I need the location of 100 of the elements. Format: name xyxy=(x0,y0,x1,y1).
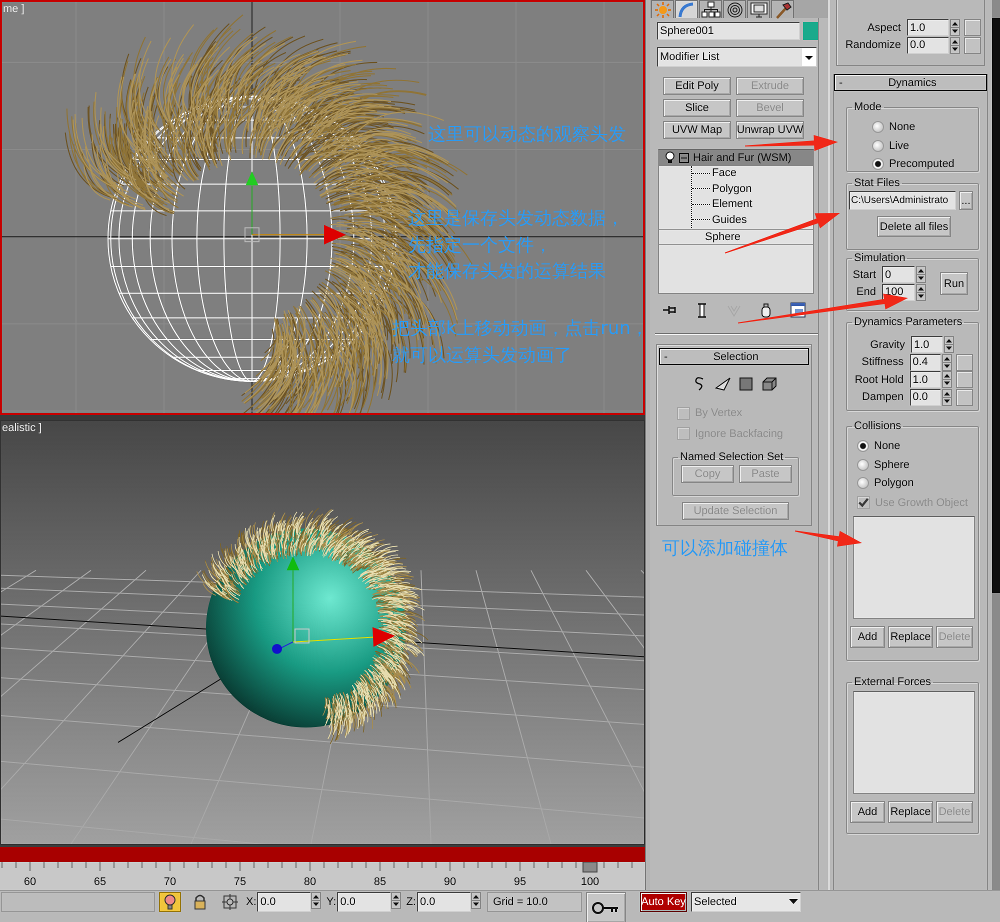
axis-label: X: xyxy=(246,895,256,910)
browse-button[interactable]: ... xyxy=(958,191,973,210)
caret-icon xyxy=(788,899,798,905)
stack-sub-item[interactable]: Guides xyxy=(712,214,747,226)
stack-sub-item[interactable]: Face xyxy=(712,167,736,180)
spinner-icon[interactable] xyxy=(950,36,960,54)
key-button[interactable] xyxy=(586,892,626,922)
button[interactable]: Replace xyxy=(888,801,933,823)
spinner-icon[interactable] xyxy=(391,892,402,909)
key-filter-dropdown[interactable]: Selected xyxy=(690,892,801,912)
spinner-icon[interactable] xyxy=(950,19,960,36)
radio-button[interactable] xyxy=(857,477,869,490)
group-title: Simulation xyxy=(853,252,906,264)
frame-number: 60 xyxy=(24,876,36,888)
frame-number: 100 xyxy=(580,876,600,888)
radio-label: None xyxy=(874,440,900,452)
frame-number: 85 xyxy=(374,876,386,888)
rollout-header[interactable]: - Dynamics xyxy=(834,74,987,91)
delete-files-button[interactable]: Delete all files xyxy=(877,216,951,237)
field-label: Dampen xyxy=(861,391,905,404)
number-field[interactable]: 0.4 xyxy=(910,354,941,371)
frame-number: 80 xyxy=(304,876,316,888)
cube-icon[interactable] xyxy=(760,375,778,393)
number-field[interactable]: 1.0 xyxy=(910,371,941,388)
crosshair-toggle[interactable] xyxy=(219,892,241,912)
number-field[interactable]: 0.0 xyxy=(907,36,949,54)
field-label: Stiffness xyxy=(860,356,905,368)
spinner-icon[interactable] xyxy=(916,266,926,284)
grid-readout: Grid = 10.0 xyxy=(486,892,582,912)
spinner-icon[interactable] xyxy=(916,284,926,301)
key-icon xyxy=(592,900,620,914)
minus-box-icon[interactable] xyxy=(679,152,689,163)
button[interactable]: Replace xyxy=(888,626,933,648)
file-path-field[interactable]: C:\Users\Administrato xyxy=(849,191,956,210)
field-label: Start xyxy=(852,268,877,281)
group-title: Named Selection Set xyxy=(679,451,784,463)
lightbulb-icon[interactable] xyxy=(665,151,675,164)
frame-number: 90 xyxy=(444,876,456,888)
spinner-icon[interactable] xyxy=(942,371,952,388)
number-field[interactable]: 1.0 xyxy=(911,336,943,354)
axis-label: Z: xyxy=(406,895,416,910)
square-icon[interactable] xyxy=(736,375,754,393)
color-swatch[interactable] xyxy=(803,22,818,40)
panel-tab[interactable] xyxy=(723,0,746,18)
stack-sub-item[interactable]: Polygon xyxy=(712,182,752,195)
modifier-button[interactable]: Unwrap UVW xyxy=(736,121,804,139)
spinner-icon[interactable] xyxy=(942,388,952,406)
field-label: Randomize xyxy=(844,39,902,52)
radio-button[interactable] xyxy=(872,121,884,134)
spinner-icon[interactable] xyxy=(470,892,481,909)
modifier-list-dropdown[interactable]: Modifier List xyxy=(657,47,817,67)
coordinate-field[interactable]: 0.0 xyxy=(337,892,392,912)
modifier-button[interactable]: Edit Poly xyxy=(663,77,731,95)
modifier-button[interactable]: Slice xyxy=(663,99,731,117)
sunburst-icon xyxy=(652,0,672,18)
radio-button[interactable] xyxy=(872,158,884,170)
button[interactable]: Add xyxy=(850,801,885,823)
radio-label: Precomputed xyxy=(889,158,954,170)
coordinate-field[interactable]: 0.0 xyxy=(257,892,312,912)
annotation-text: 可以添加碰撞体 xyxy=(662,537,788,561)
caret-icon xyxy=(802,48,816,66)
modifier-button[interactable]: UVW Map xyxy=(663,121,731,139)
button[interactable]: Add xyxy=(850,626,885,648)
stack-item[interactable]: Hair and Fur (WSM) xyxy=(659,150,813,166)
axis-label: Y: xyxy=(326,895,336,910)
number-field[interactable]: 0 xyxy=(882,266,915,284)
run-button[interactable]: Run xyxy=(940,272,968,295)
group-title: External Forces xyxy=(853,676,932,688)
prompt-field[interactable] xyxy=(1,892,155,912)
group-title: Dynamics Parameters xyxy=(853,316,964,328)
coordinate-field[interactable]: 0.0 xyxy=(416,892,471,912)
viewport-label: me ] xyxy=(2,2,26,16)
triangle-icon[interactable] xyxy=(714,375,732,393)
field-label: End xyxy=(855,286,877,298)
stack-sub-item[interactable]: Element xyxy=(712,198,752,210)
group-title: Mode xyxy=(853,101,883,113)
collapse-sign: - xyxy=(839,76,843,88)
dropdown-text: Selected xyxy=(694,896,737,908)
object-name-field[interactable]: Sphere001 xyxy=(657,22,800,40)
radio-label: Live xyxy=(889,140,910,152)
radio-button[interactable] xyxy=(872,140,884,152)
number-field[interactable]: 1.0 xyxy=(907,19,949,36)
number-field[interactable]: 0.0 xyxy=(910,388,941,406)
radio-label: None xyxy=(889,121,916,134)
panel-tab[interactable] xyxy=(747,0,770,18)
spinner-icon[interactable] xyxy=(944,336,954,354)
radio-button[interactable] xyxy=(857,440,869,452)
lightbulb-toggle[interactable] xyxy=(159,892,181,912)
rollout-header[interactable]: - Selection xyxy=(659,348,809,365)
panel-tab[interactable] xyxy=(699,0,722,18)
field-label: Root Hold xyxy=(854,374,905,386)
spinner-icon[interactable] xyxy=(311,892,322,909)
annotation-text: 这里可以动态的观察头发 xyxy=(428,123,626,147)
radio-button[interactable] xyxy=(857,458,869,471)
panel-tab[interactable] xyxy=(771,0,794,18)
hierarchy-icon xyxy=(700,0,720,18)
radio-label: Sphere xyxy=(874,458,910,471)
spinner-icon[interactable] xyxy=(942,354,952,371)
collapse-sign: - xyxy=(664,350,668,362)
frame-number: 95 xyxy=(514,876,526,888)
